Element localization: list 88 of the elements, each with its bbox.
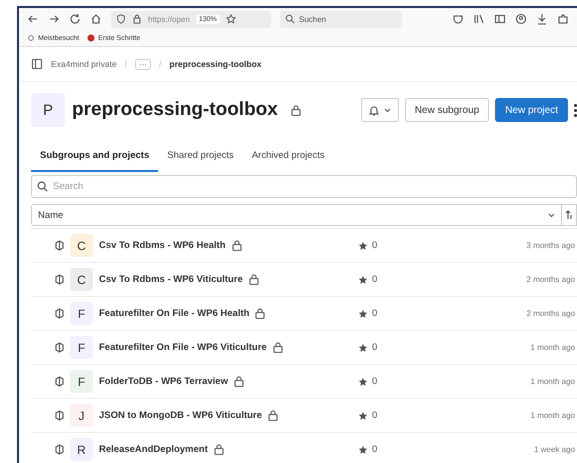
project-icon bbox=[55, 444, 64, 455]
new-project-button[interactable]: New project bbox=[495, 98, 568, 122]
breadcrumb-current[interactable]: preprocessing-toolbox bbox=[169, 59, 262, 69]
star-icon bbox=[358, 240, 368, 250]
updated-time: 1 month ago bbox=[530, 411, 576, 420]
lock-icon bbox=[232, 240, 242, 251]
extensions-icon[interactable] bbox=[557, 13, 569, 25]
tab[interactable]: Shared projects bbox=[158, 142, 243, 172]
sidebar-icon[interactable] bbox=[494, 13, 506, 25]
new-subgroup-button[interactable]: New subgroup bbox=[404, 98, 490, 122]
breadcrumb-separator: / bbox=[124, 59, 128, 69]
lock-icon bbox=[214, 444, 224, 455]
group-title: preprocessing-toolbox bbox=[72, 99, 278, 121]
lock-icon bbox=[255, 308, 266, 319]
sort-dropdown[interactable]: Name bbox=[31, 204, 562, 226]
project-icon bbox=[55, 410, 64, 421]
chevron-down-icon bbox=[548, 212, 555, 218]
lock-icon bbox=[268, 410, 278, 421]
download-icon[interactable] bbox=[536, 13, 548, 25]
sidebar-toggle-icon[interactable] bbox=[31, 58, 43, 70]
project-avatar: C bbox=[70, 234, 93, 257]
project-icon bbox=[55, 240, 64, 251]
reload-icon[interactable] bbox=[69, 13, 81, 25]
star-icon bbox=[358, 444, 368, 454]
group-avatar: P bbox=[31, 93, 65, 127]
lock-icon bbox=[290, 104, 301, 116]
star-icon[interactable] bbox=[226, 14, 236, 24]
search-icon[interactable] bbox=[285, 14, 295, 24]
lock-icon bbox=[248, 274, 259, 285]
project-icon bbox=[55, 274, 64, 285]
updated-time: 1 month ago bbox=[530, 377, 576, 386]
search-text: Suchen bbox=[299, 14, 326, 24]
lock-icon[interactable] bbox=[132, 14, 142, 24]
sort-direction-button[interactable] bbox=[562, 204, 577, 226]
back-icon[interactable] bbox=[27, 13, 39, 25]
search-bar[interactable]: Suchen bbox=[280, 10, 402, 28]
search-field[interactable]: Search bbox=[31, 175, 577, 198]
project-avatar: C bbox=[70, 268, 93, 291]
account-icon[interactable] bbox=[515, 13, 527, 25]
project-link[interactable]: Csv To Rdbms - WP6 Health bbox=[99, 240, 226, 251]
star-count: 0 bbox=[372, 444, 378, 455]
project-link[interactable]: ReleaseAndDeployment bbox=[99, 444, 208, 455]
tab[interactable]: Subgroups and projects bbox=[31, 142, 158, 172]
project-icon bbox=[55, 308, 64, 319]
project-link[interactable]: Featurefilter On File - WP6 Health bbox=[99, 308, 250, 319]
project-avatar: J bbox=[70, 404, 93, 427]
lock-icon bbox=[272, 342, 283, 353]
notification-button[interactable] bbox=[360, 98, 399, 122]
updated-time: 3 months ago bbox=[526, 241, 576, 250]
project-link[interactable]: FolderToDB - WP6 Terraview bbox=[99, 376, 228, 387]
star-icon bbox=[358, 274, 368, 284]
star-icon bbox=[358, 308, 368, 318]
star-count: 0 bbox=[372, 240, 378, 251]
project-avatar: F bbox=[70, 370, 93, 393]
project-icon bbox=[55, 342, 64, 353]
updated-time: 2 months ago bbox=[526, 309, 576, 318]
library-icon[interactable] bbox=[473, 13, 485, 25]
updated-time: 1 month ago bbox=[530, 343, 576, 352]
star-count: 0 bbox=[372, 376, 378, 387]
breadcrumb-separator: / bbox=[159, 59, 162, 69]
breadcrumb-link[interactable]: Exa4mind private bbox=[51, 59, 117, 69]
more-actions-icon[interactable] bbox=[574, 104, 577, 116]
project-link[interactable]: Csv To Rdbms - WP6 Viticulture bbox=[99, 274, 243, 285]
star-icon bbox=[358, 376, 368, 386]
project-link[interactable]: Featurefilter On File - WP6 Viticulture bbox=[99, 342, 267, 353]
project-avatar: R bbox=[70, 438, 93, 461]
star-icon bbox=[358, 410, 368, 420]
star-count: 0 bbox=[372, 342, 378, 353]
project-avatar: F bbox=[70, 336, 93, 359]
updated-time: 2 months ago bbox=[526, 275, 576, 284]
sort-arrow-icon bbox=[565, 210, 573, 220]
star-count: 0 bbox=[372, 308, 378, 319]
project-avatar: F bbox=[70, 302, 93, 325]
bell-icon bbox=[368, 104, 379, 116]
url-text: https://open bbox=[148, 14, 190, 24]
project-icon bbox=[55, 376, 64, 387]
star-count: 0 bbox=[372, 274, 378, 285]
project-link[interactable]: JSON to MongoDB - WP6 Viticulture bbox=[99, 410, 262, 421]
forward-icon[interactable] bbox=[48, 13, 60, 25]
tab[interactable]: Archived projects bbox=[242, 142, 334, 172]
lock-icon bbox=[234, 376, 244, 387]
chevron-down-icon bbox=[384, 108, 391, 112]
more-breadcrumbs-button[interactable]: ··· bbox=[135, 58, 152, 70]
star-icon bbox=[358, 342, 368, 352]
star-count: 0 bbox=[372, 410, 378, 421]
shield-icon[interactable] bbox=[116, 14, 126, 24]
home-icon[interactable] bbox=[90, 13, 102, 25]
updated-time: 1 week ago bbox=[534, 445, 576, 454]
